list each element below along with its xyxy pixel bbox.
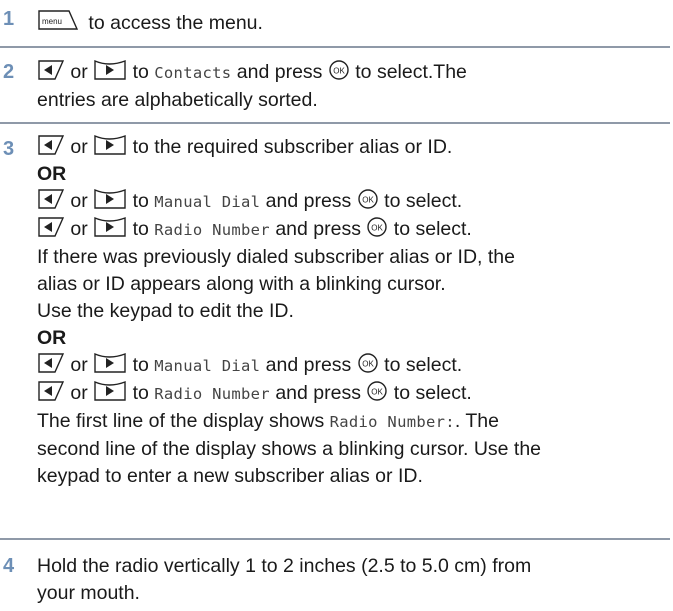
divider (0, 538, 670, 540)
menu-option-manual-dial: Manual Dial (154, 193, 261, 211)
step-number: 1 (3, 8, 15, 30)
step-number: 4 (3, 555, 15, 577)
step-number: 2 (3, 61, 15, 83)
ok-key-icon: OK (358, 189, 378, 209)
svg-text:OK: OK (372, 224, 384, 233)
ok-key-icon: OK (329, 60, 349, 80)
left-arrow-key-icon (38, 60, 65, 80)
step-number: 3 (3, 138, 15, 160)
left-arrow-key-icon (38, 381, 65, 401)
right-arrow-key-icon (94, 134, 126, 155)
or-label: OR (37, 327, 67, 349)
left-arrow-key-icon (38, 353, 65, 373)
menu-option-contacts: Contacts (154, 64, 232, 82)
right-arrow-key-icon (94, 216, 126, 237)
ok-key-icon: OK (358, 353, 378, 373)
left-arrow-key-icon (38, 217, 65, 237)
svg-text:OK: OK (362, 196, 374, 205)
step-text: to access the menu. (88, 12, 263, 34)
menu-key-icon: menu (38, 10, 79, 30)
menu-option-radio-number: Radio Number (154, 385, 270, 403)
divider (0, 122, 670, 124)
left-arrow-key-icon (38, 135, 65, 155)
right-arrow-key-icon (94, 380, 126, 401)
svg-text:OK: OK (333, 67, 345, 76)
ok-key-icon: OK (367, 217, 388, 237)
right-arrow-key-icon (94, 352, 126, 373)
right-arrow-key-icon (94, 188, 126, 209)
menu-option-radio-number: Radio Number (154, 221, 270, 239)
ok-key-icon: OK (367, 381, 388, 401)
svg-text:OK: OK (372, 388, 384, 397)
svg-text:menu: menu (42, 17, 62, 26)
divider (0, 46, 670, 48)
display-text-radio-number: Radio Number: (329, 413, 455, 431)
left-arrow-key-icon (38, 189, 65, 209)
right-arrow-key-icon (94, 59, 126, 80)
or-label: OR (37, 163, 67, 185)
svg-text:OK: OK (362, 360, 374, 369)
menu-option-manual-dial: Manual Dial (154, 357, 261, 375)
